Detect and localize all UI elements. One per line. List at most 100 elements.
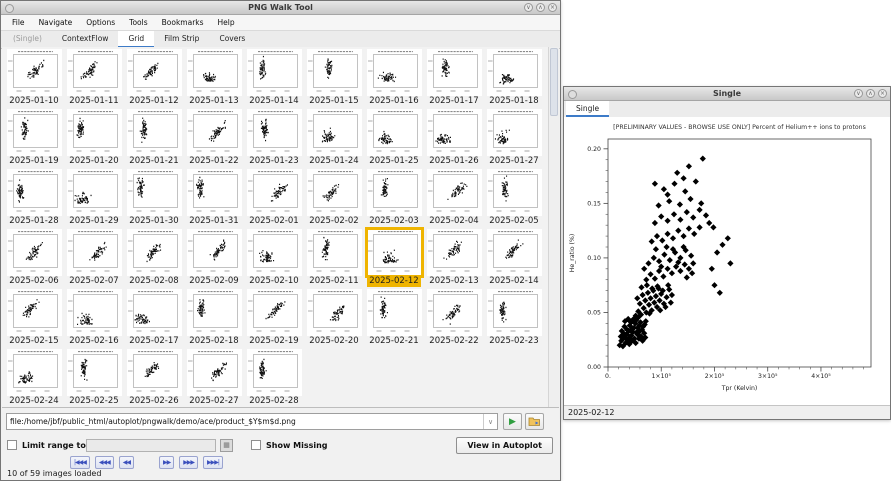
thumbnail-cell[interactable]: 2025-01-15 xyxy=(304,49,364,109)
thumbnail-image[interactable] xyxy=(487,109,542,156)
thumbnail-image[interactable] xyxy=(427,109,482,156)
thumbnail-cell[interactable]: 2025-01-16 xyxy=(364,49,424,109)
thumbnail-image[interactable] xyxy=(7,289,62,336)
thumbnail-cell[interactable]: 2025-01-27 xyxy=(484,109,544,169)
thumbnail-image[interactable] xyxy=(247,349,302,396)
thumbnail-cell[interactable]: 2025-01-26 xyxy=(424,109,484,169)
thumbnail-cell[interactable]: 2025-01-25 xyxy=(364,109,424,169)
thumbnail-cell[interactable]: 2025-01-17 xyxy=(424,49,484,109)
show-missing-checkbox[interactable] xyxy=(251,440,261,450)
thumbnail-cell[interactable]: 2025-02-13 xyxy=(424,229,484,289)
thumbnail-image[interactable] xyxy=(67,229,122,276)
window-menu-icon[interactable] xyxy=(5,4,14,13)
thumbnail-image[interactable] xyxy=(67,49,122,96)
thumbnail-cell[interactable]: 2025-02-07 xyxy=(64,229,124,289)
limit-range-checkbox[interactable] xyxy=(7,440,17,450)
thumbnail-image[interactable] xyxy=(187,349,242,396)
thumbnail-image[interactable] xyxy=(127,229,182,276)
next-page-button[interactable]: ▶▶▶ xyxy=(179,456,198,469)
menu-options[interactable]: Options xyxy=(79,18,122,27)
menu-help[interactable]: Help xyxy=(211,18,242,27)
thumbnail-cell[interactable]: 2025-01-21 xyxy=(124,109,184,169)
thumbnail-image[interactable] xyxy=(247,229,302,276)
thumbnail-cell[interactable]: 2025-02-09 xyxy=(184,229,244,289)
thumbnail-cell[interactable]: 2025-02-04 xyxy=(424,169,484,229)
thumbnail-image[interactable] xyxy=(307,49,362,96)
thumbnail-image[interactable] xyxy=(187,169,242,216)
thumbnail-image[interactable] xyxy=(487,289,542,336)
thumbnail-cell[interactable]: 2025-02-14 xyxy=(484,229,544,289)
thumbnail-cell[interactable]: 2025-02-03 xyxy=(364,169,424,229)
thumbnail-image[interactable] xyxy=(127,289,182,336)
menu-file[interactable]: File xyxy=(5,18,32,27)
thumbnail-image[interactable] xyxy=(307,289,362,336)
thumbnail-image[interactable] xyxy=(487,169,542,216)
thumbnail-cell[interactable]: 2025-02-26 xyxy=(124,349,184,408)
thumbnail-image[interactable] xyxy=(127,169,182,216)
window-menu-icon[interactable] xyxy=(568,90,577,99)
thumbnail-image[interactable] xyxy=(247,109,302,156)
thumbnail-cell[interactable]: 2025-01-28 xyxy=(4,169,64,229)
maximize-button[interactable]: ∧ xyxy=(866,89,875,98)
thumbnail-cell[interactable]: 2025-02-16 xyxy=(64,289,124,349)
close-button[interactable]: × xyxy=(548,3,557,12)
thumbnail-image[interactable] xyxy=(307,169,362,216)
tab-single[interactable]: Single xyxy=(566,101,609,117)
tab-grid[interactable]: Grid xyxy=(118,31,154,48)
next-button[interactable]: ▶▶ xyxy=(159,456,174,469)
thumbnail-cell[interactable]: 2025-02-22 xyxy=(424,289,484,349)
menu-tools[interactable]: Tools xyxy=(122,18,154,27)
thumbnail-image[interactable] xyxy=(487,49,542,96)
single-titlebar[interactable]: Single ∨∧× xyxy=(564,87,890,101)
maximize-button[interactable]: ∧ xyxy=(536,3,545,12)
prev-button[interactable]: ◀◀ xyxy=(119,456,134,469)
thumbnail-image[interactable] xyxy=(67,349,122,396)
thumbnail-cell[interactable]: 2025-02-01 xyxy=(244,169,304,229)
thumbnail-cell[interactable]: 2025-01-12 xyxy=(124,49,184,109)
shade-button[interactable]: ∨ xyxy=(854,89,863,98)
thumbnail-cell[interactable]: 2025-02-11 xyxy=(304,229,364,289)
thumbnail-image[interactable] xyxy=(427,289,482,336)
scrollbar-thumb[interactable] xyxy=(550,48,558,116)
thumbnail-cell[interactable]: 2025-02-15 xyxy=(4,289,64,349)
thumbnail-cell[interactable]: 2025-02-17 xyxy=(124,289,184,349)
first-button[interactable]: |◀◀◀ xyxy=(70,456,90,469)
thumbnail-image[interactable] xyxy=(367,229,422,276)
thumbnail-image[interactable] xyxy=(127,109,182,156)
thumbnail-image[interactable] xyxy=(427,49,482,96)
template-uri-value[interactable]: file:/home/jbf/public_html/autoplot/pngw… xyxy=(7,417,483,426)
thumbnail-image[interactable] xyxy=(427,169,482,216)
thumbnail-cell[interactable]: 2025-01-23 xyxy=(244,109,304,169)
thumbnail-image[interactable] xyxy=(487,229,542,276)
thumbnail-cell[interactable]: 2025-01-11 xyxy=(64,49,124,109)
limit-range-input[interactable] xyxy=(86,439,216,452)
prev-page-button[interactable]: ◀◀◀ xyxy=(95,456,114,469)
thumbnail-cell[interactable]: 2025-02-18 xyxy=(184,289,244,349)
thumbnail-cell[interactable]: 2025-01-18 xyxy=(484,49,544,109)
view-in-autoplot-button[interactable]: View in Autoplot xyxy=(456,437,553,454)
thumbnail-cell[interactable]: 2025-02-08 xyxy=(124,229,184,289)
thumbnail-image[interactable] xyxy=(7,49,62,96)
thumbnail-cell[interactable]: 2025-01-14 xyxy=(244,49,304,109)
thumbnail-image[interactable] xyxy=(427,229,482,276)
thumbnail-image[interactable] xyxy=(247,49,302,96)
thumbnail-cell[interactable]: 2025-01-30 xyxy=(124,169,184,229)
grid-scrollbar[interactable] xyxy=(548,47,559,407)
tab-contextflow[interactable]: ContextFlow xyxy=(52,31,119,48)
thumbnail-cell[interactable]: 2025-01-29 xyxy=(64,169,124,229)
close-button[interactable]: × xyxy=(878,89,887,98)
thumbnail-image[interactable] xyxy=(367,109,422,156)
thumbnail-image[interactable] xyxy=(187,229,242,276)
thumbnail-cell[interactable]: 2025-01-20 xyxy=(64,109,124,169)
thumbnail-cell[interactable]: 2025-02-06 xyxy=(4,229,64,289)
thumbnail-image[interactable] xyxy=(247,169,302,216)
thumbnail-cell[interactable]: 2025-02-20 xyxy=(304,289,364,349)
thumbnail-cell[interactable]: 2025-01-10 xyxy=(4,49,64,109)
thumbnail-image[interactable] xyxy=(127,349,182,396)
thumbnail-image[interactable] xyxy=(7,349,62,396)
thumbnail-cell[interactable]: 2025-02-25 xyxy=(64,349,124,408)
thumbnail-image[interactable] xyxy=(187,109,242,156)
thumbnail-cell[interactable]: 2025-02-23 xyxy=(484,289,544,349)
thumbnail-image[interactable] xyxy=(67,169,122,216)
tab-covers[interactable]: Covers xyxy=(209,31,255,48)
